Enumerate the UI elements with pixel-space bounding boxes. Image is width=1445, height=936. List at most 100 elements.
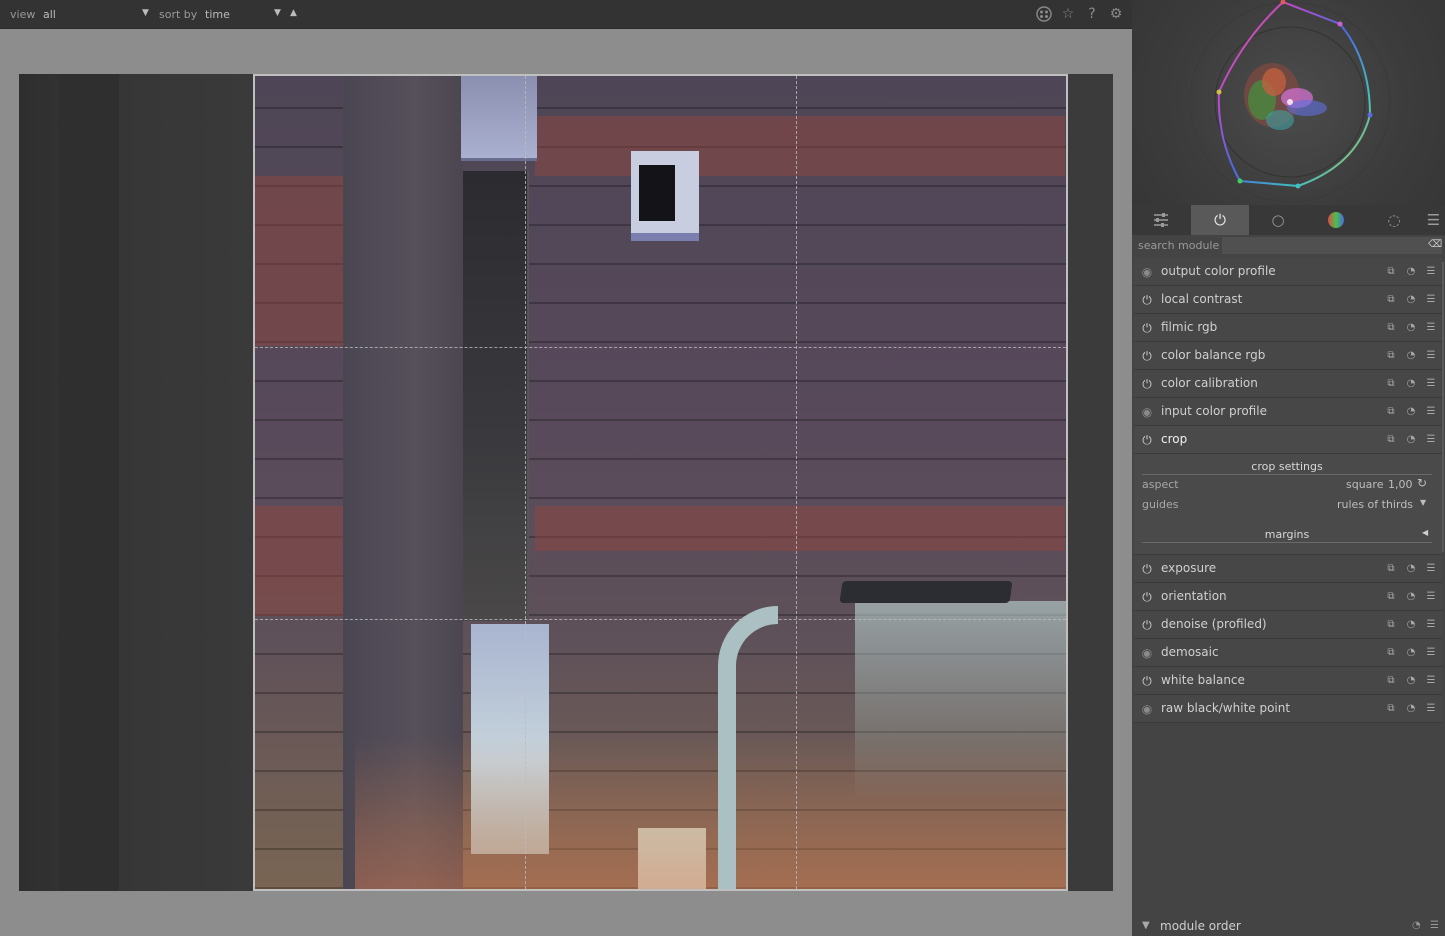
reset-icon[interactable]: ◔: [1412, 920, 1421, 931]
aspect-value[interactable]: square: [1346, 478, 1383, 491]
power-icon[interactable]: ⏻: [1140, 590, 1154, 604]
sort-dropdown-icon[interactable]: ▼: [274, 8, 281, 18]
reset-icon[interactable]: ◔: [1404, 433, 1418, 447]
reset-icon[interactable]: ◔: [1404, 590, 1418, 604]
module-local-contrast[interactable]: ⏻ local contrast ⧉ ◔ ☰: [1134, 286, 1442, 314]
module-label: color calibration: [1161, 376, 1258, 390]
presets-icon[interactable]: ☰: [1424, 321, 1438, 335]
module-filmic-rgb[interactable]: ⏻ filmic rgb ⧉ ◔ ☰: [1134, 314, 1442, 342]
presets-icon[interactable]: ☰: [1424, 562, 1438, 576]
guides-dropdown-icon[interactable]: ▼: [1420, 498, 1426, 507]
module-raw-black-white-point[interactable]: ◉ raw black/white point ⧉ ◔ ☰: [1134, 695, 1442, 723]
presets-icon[interactable]: ☰: [1424, 433, 1438, 447]
grouping-icon[interactable]: [1036, 6, 1052, 22]
module-crop[interactable]: ⏻ crop ⧉ ◔ ☰: [1134, 426, 1442, 454]
active-modules-tab[interactable]: ⏻: [1191, 205, 1249, 235]
module-exposure[interactable]: ⏻ exposure ⧉ ◔ ☰: [1134, 555, 1442, 583]
presets-icon[interactable]: ☰: [1424, 377, 1438, 391]
reset-icon[interactable]: ◔: [1404, 377, 1418, 391]
sort-select[interactable]: time: [205, 8, 230, 21]
multi-instance-icon[interactable]: ⧉: [1384, 702, 1398, 716]
presets-icon[interactable]: ☰: [1424, 349, 1438, 363]
guide-line-h1: [255, 347, 1066, 348]
power-icon[interactable]: ◉: [1140, 265, 1154, 279]
presets-icon[interactable]: ☰: [1424, 702, 1438, 716]
reset-icon[interactable]: ◔: [1404, 702, 1418, 716]
power-icon[interactable]: ◉: [1140, 405, 1154, 419]
image-preview[interactable]: [19, 74, 1113, 891]
multi-instance-icon[interactable]: ⧉: [1384, 618, 1398, 632]
multi-instance-icon[interactable]: ⧉: [1384, 405, 1398, 419]
view-select[interactable]: all: [43, 8, 56, 21]
aspect-toggle-icon[interactable]: ↻: [1417, 476, 1427, 490]
presets-icon[interactable]: ☰: [1424, 265, 1438, 279]
view-dropdown-icon[interactable]: ▼: [142, 8, 149, 18]
margins-collapse-icon[interactable]: ◀: [1422, 528, 1428, 537]
aspect-ratio-value[interactable]: 1,00: [1388, 478, 1413, 491]
presets-icon[interactable]: ☰: [1424, 646, 1438, 660]
presets-icon[interactable]: ☰: [1424, 293, 1438, 307]
correct-modules-tab[interactable]: ◌: [1365, 205, 1423, 235]
power-icon[interactable]: ⏻: [1140, 349, 1154, 363]
reset-icon[interactable]: ◔: [1404, 321, 1418, 335]
multi-instance-icon[interactable]: ⧉: [1384, 433, 1398, 447]
power-icon[interactable]: ◉: [1140, 702, 1154, 716]
reset-icon[interactable]: ◔: [1404, 674, 1418, 688]
reset-icon[interactable]: ◔: [1404, 293, 1418, 307]
module-white-balance[interactable]: ⏻ white balance ⧉ ◔ ☰: [1134, 667, 1442, 695]
reset-icon[interactable]: ◔: [1404, 618, 1418, 632]
module-demosaic[interactable]: ◉ demosaic ⧉ ◔ ☰: [1134, 639, 1442, 667]
power-icon[interactable]: ◉: [1140, 646, 1154, 660]
expand-triangle-icon[interactable]: ▼: [1142, 920, 1150, 931]
presets-icon[interactable]: ☰: [1424, 590, 1438, 604]
module-order-footer[interactable]: ▼ module order ◔ ☰: [1132, 916, 1445, 936]
help-icon[interactable]: ?: [1084, 6, 1100, 22]
margins-section-header[interactable]: margins: [1142, 528, 1432, 543]
power-icon[interactable]: ⏻: [1140, 618, 1154, 632]
color-modules-tab[interactable]: [1307, 205, 1365, 235]
base-modules-tab[interactable]: ○: [1249, 205, 1307, 235]
clear-search-icon[interactable]: ⌫: [1428, 239, 1442, 251]
reset-icon[interactable]: ◔: [1404, 562, 1418, 576]
sort-order-icon[interactable]: ▲: [290, 8, 297, 18]
module-denoise-profiled[interactable]: ⏻ denoise (profiled) ⧉ ◔ ☰: [1134, 611, 1442, 639]
crop-settings-header[interactable]: crop settings: [1142, 460, 1432, 475]
reset-icon[interactable]: ◔: [1404, 265, 1418, 279]
presets-icon[interactable]: ☰: [1424, 405, 1438, 419]
reset-icon[interactable]: ◔: [1404, 405, 1418, 419]
multi-instance-icon[interactable]: ⧉: [1384, 562, 1398, 576]
search-module-label: search module: [1138, 239, 1220, 252]
power-icon[interactable]: ⏻: [1140, 293, 1154, 307]
guides-value[interactable]: rules of thirds: [1337, 498, 1413, 511]
power-icon[interactable]: ⏻: [1140, 674, 1154, 688]
module-color-balance-rgb[interactable]: ⏻ color balance rgb ⧉ ◔ ☰: [1134, 342, 1442, 370]
power-icon[interactable]: ⏻: [1140, 377, 1154, 391]
star-icon[interactable]: ☆: [1060, 6, 1076, 22]
multi-instance-icon[interactable]: ⧉: [1384, 377, 1398, 391]
multi-instance-icon[interactable]: ⧉: [1384, 349, 1398, 363]
multi-instance-icon[interactable]: ⧉: [1384, 293, 1398, 307]
vectorscope[interactable]: [1132, 0, 1445, 205]
module-color-calibration[interactable]: ⏻ color calibration ⧉ ◔ ☰: [1134, 370, 1442, 398]
quick-access-tab[interactable]: [1132, 205, 1190, 235]
reset-icon[interactable]: ◔: [1404, 349, 1418, 363]
multi-instance-icon[interactable]: ⧉: [1384, 674, 1398, 688]
presets-menu-icon[interactable]: ☰: [1422, 205, 1445, 235]
module-output-color-profile[interactable]: ◉ output color profile ⧉ ◔ ☰: [1134, 258, 1442, 286]
multi-instance-icon[interactable]: ⧉: [1384, 265, 1398, 279]
multi-instance-icon[interactable]: ⧉: [1384, 321, 1398, 335]
module-input-color-profile[interactable]: ◉ input color profile ⧉ ◔ ☰: [1134, 398, 1442, 426]
gear-icon[interactable]: ⚙: [1108, 6, 1124, 22]
power-icon[interactable]: ⏻: [1140, 321, 1154, 335]
power-icon[interactable]: ⏻: [1140, 562, 1154, 576]
power-icon[interactable]: ⏻: [1140, 433, 1154, 447]
reset-icon[interactable]: ◔: [1404, 646, 1418, 660]
crop-area[interactable]: [253, 74, 1068, 891]
multi-instance-icon[interactable]: ⧉: [1384, 590, 1398, 604]
presets-icon[interactable]: ☰: [1424, 618, 1438, 632]
presets-icon[interactable]: ☰: [1430, 920, 1439, 931]
module-orientation[interactable]: ⏻ orientation ⧉ ◔ ☰: [1134, 583, 1442, 611]
search-module-input[interactable]: [1222, 237, 1442, 254]
multi-instance-icon[interactable]: ⧉: [1384, 646, 1398, 660]
presets-icon[interactable]: ☰: [1424, 674, 1438, 688]
